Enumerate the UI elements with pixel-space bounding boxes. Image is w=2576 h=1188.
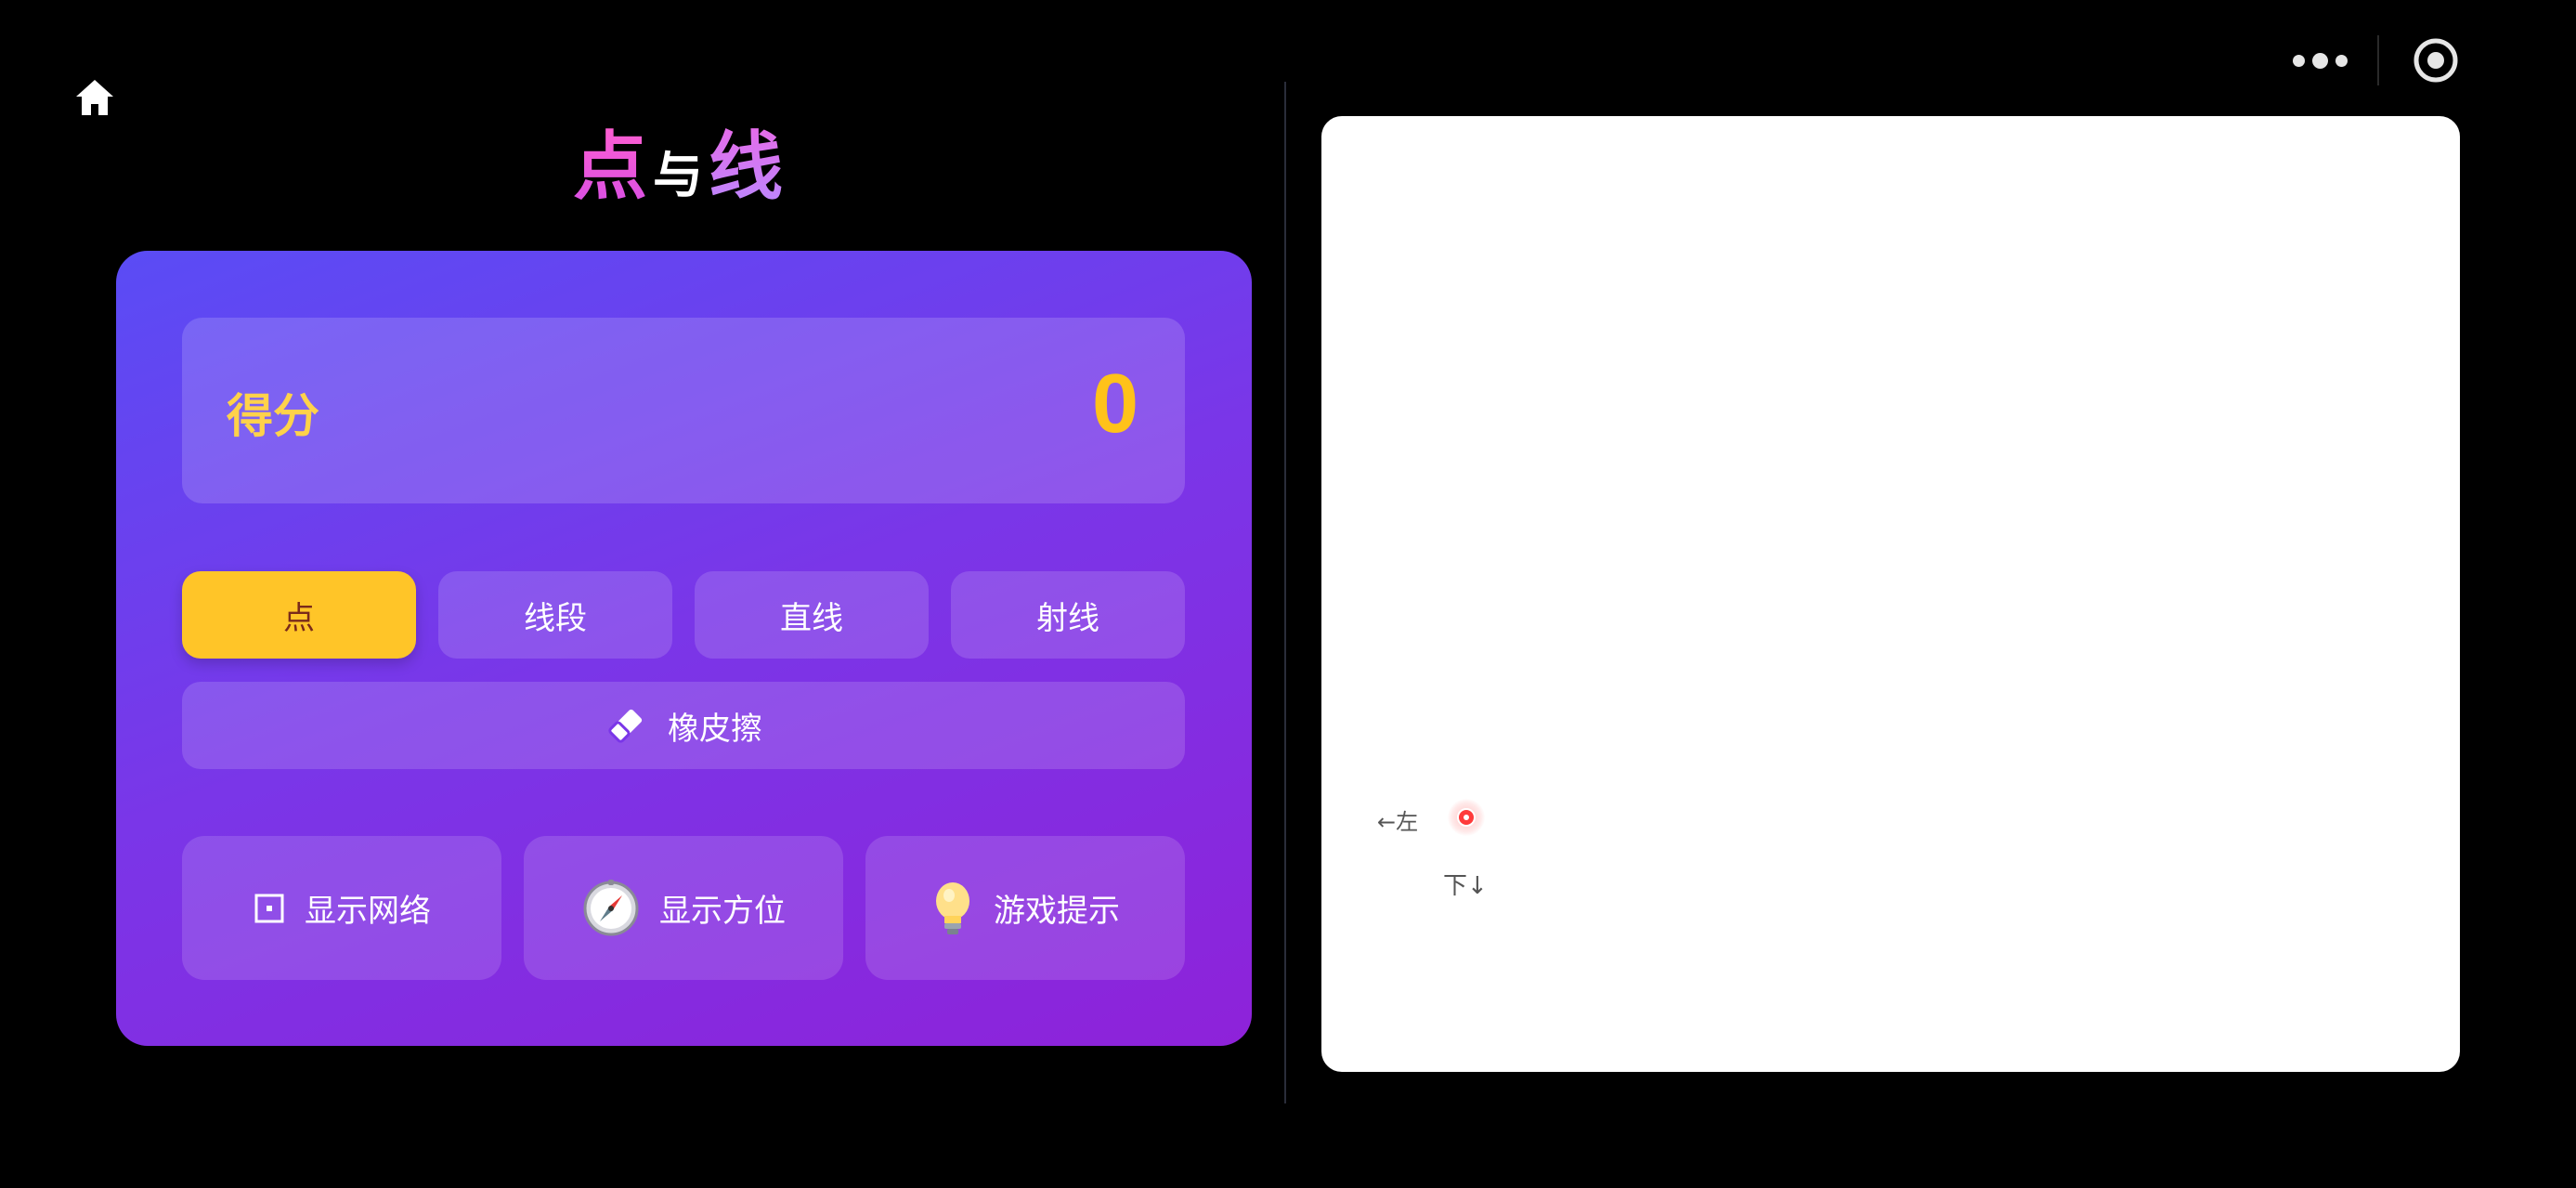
eraser-button[interactable]: 橡皮擦 xyxy=(182,682,1185,769)
page-title: 点 与 线 xyxy=(520,102,836,214)
home-icon xyxy=(76,80,113,115)
drawing-canvas[interactable]: ←左 下↓ xyxy=(1321,116,2460,1072)
title-point: 点 xyxy=(573,121,647,214)
eraser-icon xyxy=(608,709,643,743)
game-hint-button[interactable]: 游戏提示 xyxy=(865,836,1185,980)
direction-left-label: ←左 xyxy=(1377,809,1419,835)
home-button[interactable] xyxy=(74,78,121,121)
app-screen: 点 与 线 得分 0 点 线段 直线 射线 橡皮擦 显示网络 显示方位 游戏提示… xyxy=(0,0,2576,1188)
show-direction-button[interactable]: 显示方位 xyxy=(524,836,843,980)
score-card: 得分 0 xyxy=(182,318,1185,503)
tool-ray-label: 射线 xyxy=(1036,599,1099,637)
eraser-label: 橡皮擦 xyxy=(668,710,762,748)
display-options: 显示网络 显示方位 游戏提示 xyxy=(182,836,1185,980)
capsule-menu xyxy=(2262,26,2492,95)
title-line: 线 xyxy=(709,121,783,214)
compass-icon xyxy=(583,879,639,935)
direction-down-label: 下↓ xyxy=(1443,872,1488,900)
more-button[interactable] xyxy=(2262,26,2377,95)
close-circle-icon xyxy=(2413,38,2458,83)
more-dots-icon xyxy=(2292,54,2305,67)
control-panel: 得分 0 点 线段 直线 射线 橡皮擦 显示网络 显示方位 游戏提示 xyxy=(116,251,1252,1046)
tool-selector: 点 线段 直线 射线 xyxy=(182,571,1185,659)
game-hint-label: 游戏提示 xyxy=(994,893,1120,930)
tool-segment-button[interactable]: 线段 xyxy=(438,571,672,659)
tool-point-label: 点 xyxy=(283,599,315,637)
grid-square-icon xyxy=(254,894,284,922)
show-direction-label: 显示方位 xyxy=(659,893,786,930)
show-grid-button[interactable]: 显示网络 xyxy=(182,836,501,980)
tool-line-button[interactable]: 直线 xyxy=(695,571,929,659)
score-label: 得分 xyxy=(227,389,319,443)
point-marker-icon xyxy=(1457,808,1476,827)
show-grid-label: 显示网络 xyxy=(305,893,431,930)
more-dot-right xyxy=(2335,54,2348,67)
title-and: 与 xyxy=(653,146,703,204)
vertical-divider xyxy=(1284,82,1286,1103)
tool-line-label: 直线 xyxy=(780,599,843,637)
lightbulb-icon xyxy=(936,881,969,934)
score-value: 0 xyxy=(1091,358,1138,450)
more-dot-center xyxy=(2311,52,2328,69)
tool-segment-label: 线段 xyxy=(524,599,587,637)
placed-point[interactable] xyxy=(1448,799,1485,836)
tool-point-button[interactable]: 点 xyxy=(182,571,416,659)
tool-ray-button[interactable]: 射线 xyxy=(951,571,1185,659)
close-button[interactable] xyxy=(2379,26,2492,95)
